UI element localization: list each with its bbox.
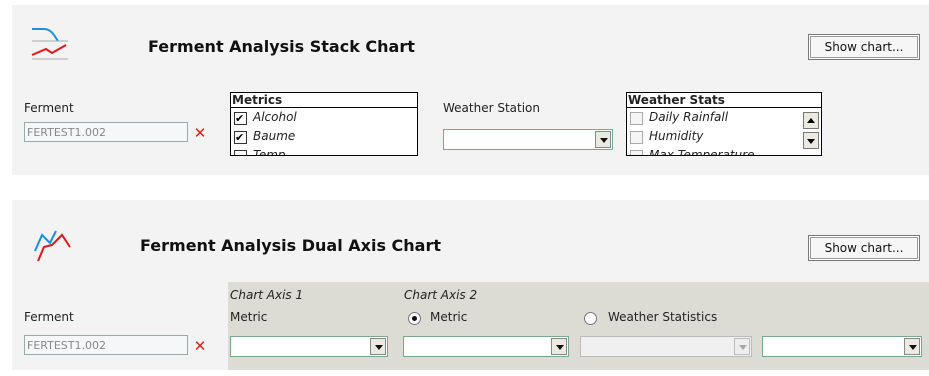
weather-statistic-select[interactable]: [762, 336, 922, 357]
weather-station-select-disabled: [580, 336, 752, 357]
checkbox-icon[interactable]: [234, 150, 247, 155]
stack-chart-icon: [31, 28, 68, 60]
dual-ferment-label: Ferment: [24, 310, 74, 324]
axis2-weather-label: Weather Statistics: [608, 310, 718, 324]
stack-ferment-field[interactable]: FERTEST1.002: [24, 122, 188, 142]
weather-stats-header: Weather Stats: [627, 93, 821, 108]
metric-option-alcohol[interactable]: Alcohol: [231, 108, 417, 128]
chart-axis-1-label: Chart Axis 1: [230, 288, 304, 302]
axis2-metric-radio[interactable]: [408, 312, 421, 325]
stack-chart-title: Ferment Analysis Stack Chart: [148, 37, 415, 56]
metrics-listbox[interactable]: Metrics Alcohol Baume Temp: [230, 92, 418, 156]
axis2-metric-select[interactable]: [403, 336, 569, 357]
checkbox-icon[interactable]: [234, 128, 247, 147]
scroll-down-icon[interactable]: [803, 132, 819, 149]
weather-station-select[interactable]: [443, 129, 613, 150]
axis2-weather-radio[interactable]: [584, 312, 597, 325]
checkbox-icon[interactable]: [234, 109, 247, 128]
weather-option-daily-rainfall[interactable]: Daily Rainfall: [627, 108, 821, 127]
chevron-down-icon: [734, 338, 750, 355]
weather-station-label: Weather Station: [443, 101, 541, 115]
dual-axis-chart-panel: Ferment Analysis Dual Axis Chart Show ch…: [12, 200, 929, 370]
weather-option-max-temperature[interactable]: Max Temperature: [627, 146, 821, 155]
dual-chart-title: Ferment Analysis Dual Axis Chart: [140, 236, 442, 255]
metric-option-baume[interactable]: Baume: [231, 127, 417, 147]
clear-x-icon[interactable]: ✕: [192, 125, 208, 141]
chevron-down-icon[interactable]: [551, 338, 567, 355]
weather-stats-listbox[interactable]: Weather Stats Daily Rainfall Humidity Ma…: [626, 92, 822, 156]
checkbox-icon[interactable]: [630, 112, 643, 125]
weather-stats-scrollbar[interactable]: [803, 112, 819, 152]
chevron-down-icon[interactable]: [595, 131, 611, 148]
stack-chart-panel: Ferment Analysis Stack Chart Show chart.…: [12, 5, 929, 175]
dual-ferment-field[interactable]: FERTEST1.002: [24, 335, 188, 355]
chart-axis-2-label: Chart Axis 2: [404, 288, 478, 302]
chevron-down-icon[interactable]: [904, 338, 920, 355]
metrics-header: Metrics: [231, 93, 417, 108]
metric-option-temp[interactable]: Temp: [231, 146, 417, 155]
dual-show-chart-button[interactable]: Show chart...: [808, 235, 920, 261]
stack-ferment-label: Ferment: [24, 101, 74, 115]
chevron-down-icon[interactable]: [370, 338, 386, 355]
dual-axis-chart-icon: [34, 230, 71, 262]
stack-show-chart-button[interactable]: Show chart...: [808, 34, 920, 60]
scroll-up-icon[interactable]: [803, 112, 819, 129]
clear-x-icon[interactable]: ✕: [192, 338, 208, 354]
weather-option-humidity[interactable]: Humidity: [627, 127, 821, 146]
axis2-metric-label: Metric: [430, 310, 468, 324]
checkbox-icon[interactable]: [630, 131, 643, 144]
axis1-metric-select[interactable]: [230, 336, 388, 357]
checkbox-icon[interactable]: [630, 150, 643, 155]
axis1-metric-label: Metric: [230, 310, 268, 324]
